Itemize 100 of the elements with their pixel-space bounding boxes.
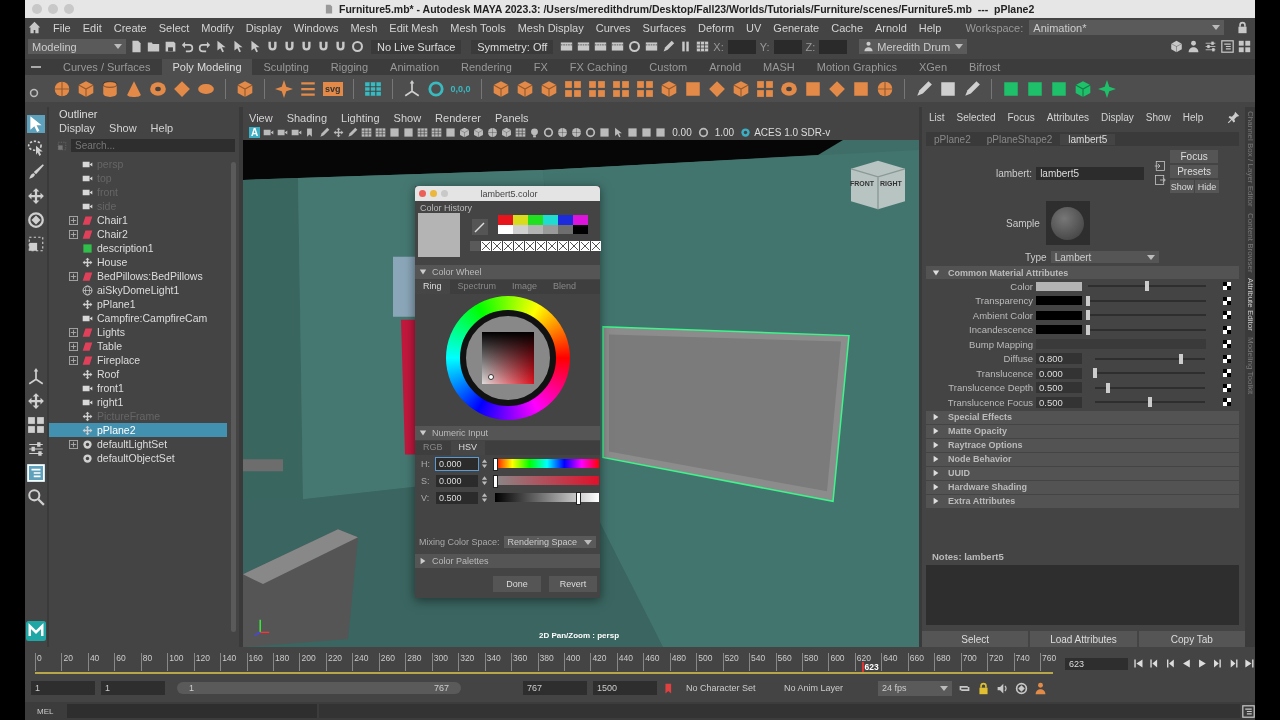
redo-icon[interactable] <box>198 40 211 53</box>
workspace-dropdown[interactable]: Animation* <box>1029 20 1224 35</box>
outliner-item[interactable]: Campfire:CampfireCam <box>49 311 227 325</box>
menu-item[interactable]: Select <box>158 21 190 34</box>
rotate-icon[interactable] <box>27 211 45 229</box>
cube-icon[interactable] <box>491 79 510 98</box>
select-arrow-icon[interactable] <box>215 40 228 53</box>
outliner-item[interactable]: description1 <box>49 241 227 255</box>
scale-icon[interactable] <box>27 235 45 253</box>
collapse-arrow-icon[interactable] <box>932 268 940 277</box>
expand-arrow-icon[interactable] <box>419 557 427 565</box>
end-field[interactable]: 1500 <box>593 681 657 695</box>
menu-item[interactable]: Attributes <box>1046 111 1089 123</box>
menu-item[interactable]: Show <box>109 122 137 134</box>
map-button-icon[interactable] <box>1223 354 1231 363</box>
menu-item[interactable]: Help <box>1182 111 1204 123</box>
outliner-item[interactable]: right1 <box>49 395 227 409</box>
shelf-tab[interactable]: Arnold <box>699 59 752 75</box>
square-icon[interactable] <box>1001 79 1020 98</box>
color-swatch[interactable] <box>573 225 588 234</box>
first-frame-icon[interactable] <box>1133 658 1145 669</box>
pen-icon[interactable] <box>662 40 676 53</box>
menu-item[interactable]: Create <box>113 21 147 34</box>
value-field[interactable]: 0.500 <box>1036 382 1082 394</box>
menu-item[interactable]: Focus <box>1007 111 1035 123</box>
select-arrow-icon[interactable] <box>27 115 45 133</box>
type-dropdown[interactable]: Lambert <box>1050 251 1159 263</box>
outliner-item[interactable]: aiSkyDomeLight1 <box>49 283 227 297</box>
cube-icon[interactable] <box>1073 79 1092 98</box>
sphere-icon[interactable] <box>875 79 894 98</box>
diamond-icon[interactable] <box>173 79 191 98</box>
section-header[interactable]: Hardware Shading <box>948 482 1028 492</box>
square-icon[interactable] <box>599 126 611 138</box>
panes-icon[interactable] <box>635 79 654 98</box>
mixing-dropdown[interactable]: Rendering Space <box>503 536 596 548</box>
expand-icon[interactable] <box>69 229 78 239</box>
magnet-icon[interactable] <box>300 40 313 53</box>
slider-thumb[interactable] <box>1093 368 1097 379</box>
symmetry-dropdown[interactable]: Symmetry: Off <box>471 39 554 54</box>
playhead[interactable]: 623 <box>861 661 879 672</box>
slider-thumb[interactable] <box>1178 353 1183 364</box>
slider-thumb[interactable] <box>1145 281 1149 292</box>
torus-icon[interactable] <box>779 79 798 98</box>
color-swatch[interactable] <box>513 225 528 234</box>
map-button-icon[interactable] <box>1223 369 1231 378</box>
color-swatch[interactable] <box>543 225 558 234</box>
grid-icon[interactable] <box>696 40 710 53</box>
map-button-icon[interactable] <box>1223 282 1231 291</box>
panes-icon[interactable] <box>27 416 45 434</box>
shelf-tab[interactable]: Animation <box>380 59 449 75</box>
color-swatch[interactable] <box>558 215 573 225</box>
color-swatch[interactable] <box>528 225 543 234</box>
menu-item[interactable]: Display <box>245 21 282 34</box>
slider-thumb[interactable] <box>1106 382 1111 393</box>
document-icon[interactable] <box>130 40 143 53</box>
panel-tab[interactable]: Outliner <box>59 108 98 120</box>
sphere-icon[interactable] <box>53 79 71 98</box>
side-tab[interactable]: Attribute Editor <box>1245 278 1255 332</box>
color-swatch[interactable] <box>498 225 513 234</box>
step-forward-icon[interactable] <box>1228 658 1240 669</box>
menu-item[interactable]: Surfaces <box>642 21 686 34</box>
sliders-icon[interactable] <box>1204 40 1217 53</box>
menu-item[interactable]: Mesh Tools <box>450 21 506 34</box>
color-space-field[interactable]: ACES 1.0 SDR-v <box>754 126 831 138</box>
menu-item[interactable]: Panels <box>494 111 529 124</box>
menu-item[interactable]: File <box>53 21 71 34</box>
color-swatch[interactable] <box>543 215 558 225</box>
ring-icon[interactable] <box>543 126 555 138</box>
node-name-field[interactable]: lambert5 <box>1036 166 1145 180</box>
color-swatch[interactable] <box>558 225 573 234</box>
grid-icon[interactable] <box>363 79 382 98</box>
outliner-item[interactable]: defaultObjectSet <box>49 451 227 465</box>
sphere-icon[interactable] <box>571 126 583 138</box>
spinner-icon[interactable] <box>481 475 488 486</box>
menu-item[interactable]: Cache <box>831 21 863 34</box>
shelf-tab[interactable]: Rendering <box>451 59 522 75</box>
shelf-tab[interactable]: Sculpting <box>253 59 319 75</box>
y-field[interactable] <box>773 39 802 54</box>
sphere-icon[interactable] <box>557 126 569 138</box>
diamond-icon[interactable] <box>707 79 726 98</box>
menu-item[interactable]: Modify <box>201 21 234 34</box>
pen-icon[interactable] <box>962 79 981 98</box>
z-field[interactable] <box>819 39 848 54</box>
color-swatch[interactable] <box>528 215 543 225</box>
command-language-label[interactable]: MEL <box>25 706 66 716</box>
square-icon[interactable] <box>403 126 415 138</box>
ring-icon[interactable] <box>628 40 642 53</box>
svg-button[interactable]: svg <box>323 81 343 96</box>
slider-thumb[interactable] <box>1086 295 1090 306</box>
expand-arrow-icon[interactable] <box>932 483 940 491</box>
slider-thumb[interactable] <box>576 492 582 505</box>
menu-item[interactable]: List <box>929 111 945 123</box>
select-arrow-icon[interactable] <box>232 40 245 53</box>
slider-thumb[interactable] <box>493 458 498 471</box>
x-field[interactable] <box>727 39 756 54</box>
value-field[interactable]: 0.000 <box>1036 367 1082 379</box>
map-button-icon[interactable] <box>1223 398 1231 407</box>
playback-start-field[interactable]: 1 <box>101 681 165 695</box>
map-button-icon[interactable] <box>1223 340 1231 349</box>
menu-item[interactable]: Help <box>150 122 174 134</box>
